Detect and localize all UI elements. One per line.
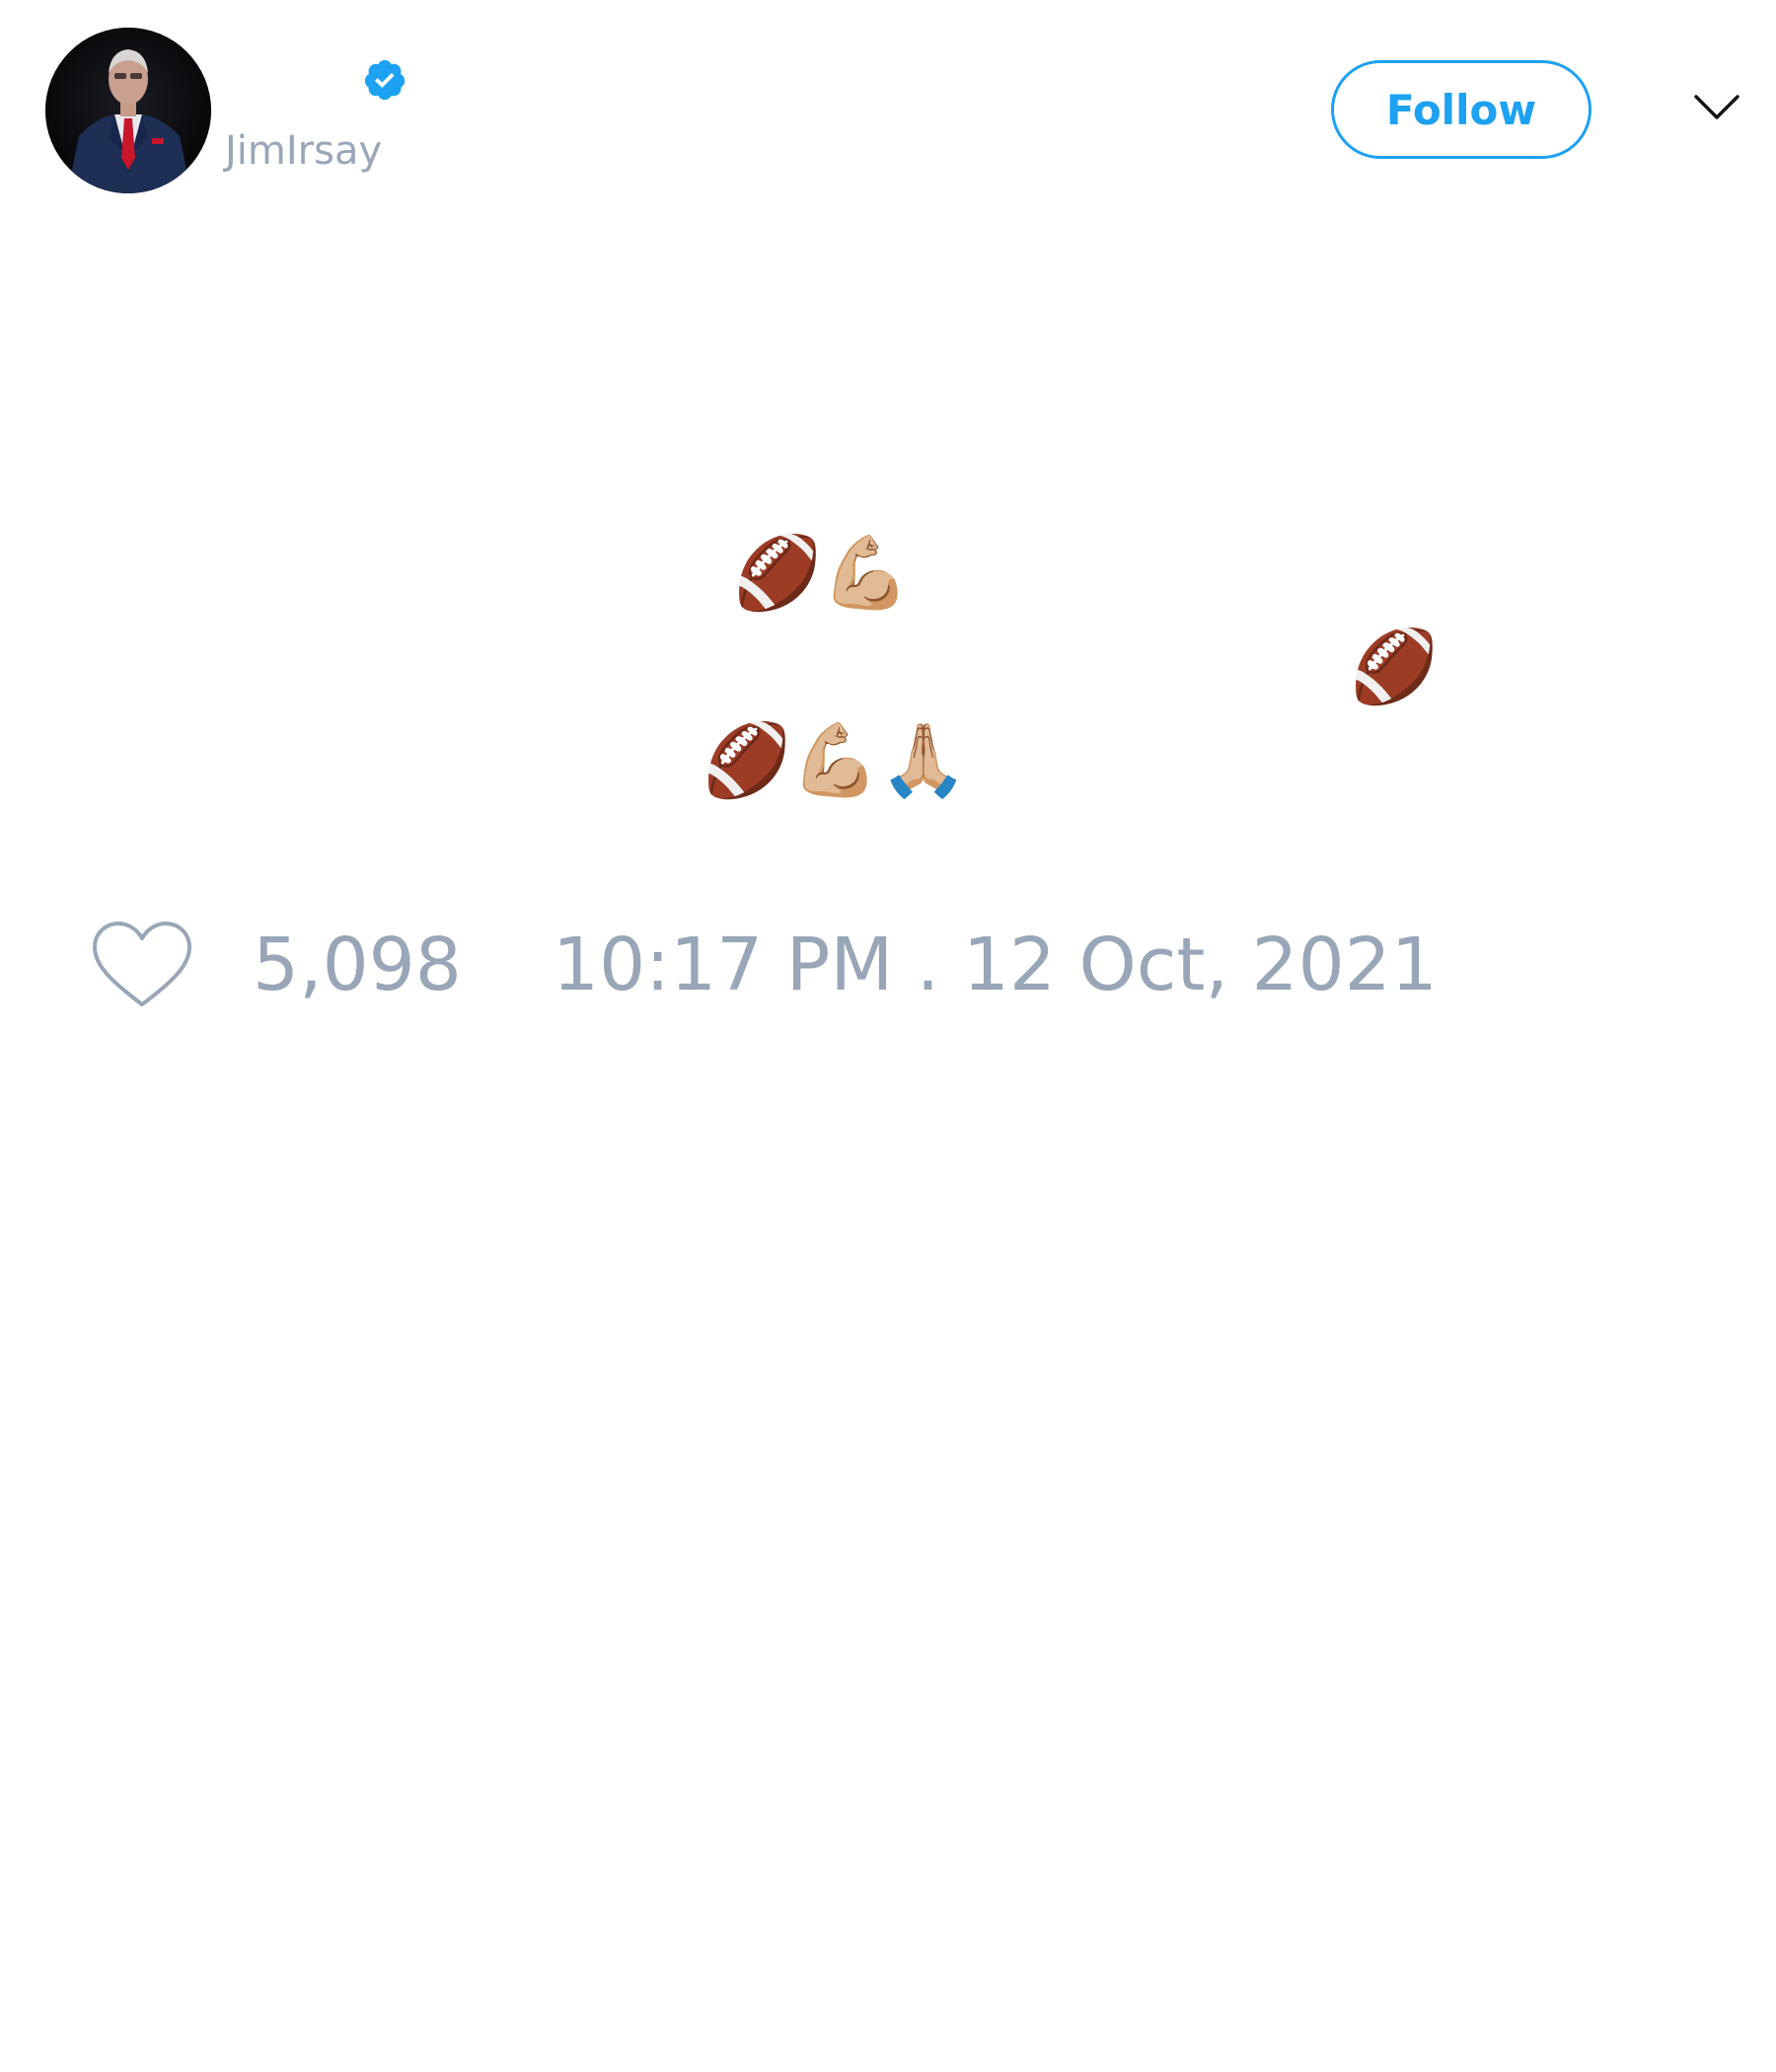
tweet-text-line: 🏈💪🏼	[733, 531, 911, 614]
heart-icon[interactable]	[91, 920, 193, 1010]
tweet-text-line: 🏈💪🏼🙏🏼	[703, 718, 968, 801]
tweet-text: 🏈💪🏼 🏈 🏈💪🏼🙏🏼	[0, 0, 1776, 888]
like-count: 5,098	[253, 923, 462, 1007]
tweet-timestamp[interactable]: 10:17 PM . 12 Oct, 2021	[553, 925, 1438, 1004]
tweet-text-line: 🏈	[1350, 625, 1439, 707]
tweet-page: JimIrsay Follow 🏈💪🏼 🏈 🏈💪🏼🙏🏼 5,098 10:17 …	[0, 0, 1776, 2072]
